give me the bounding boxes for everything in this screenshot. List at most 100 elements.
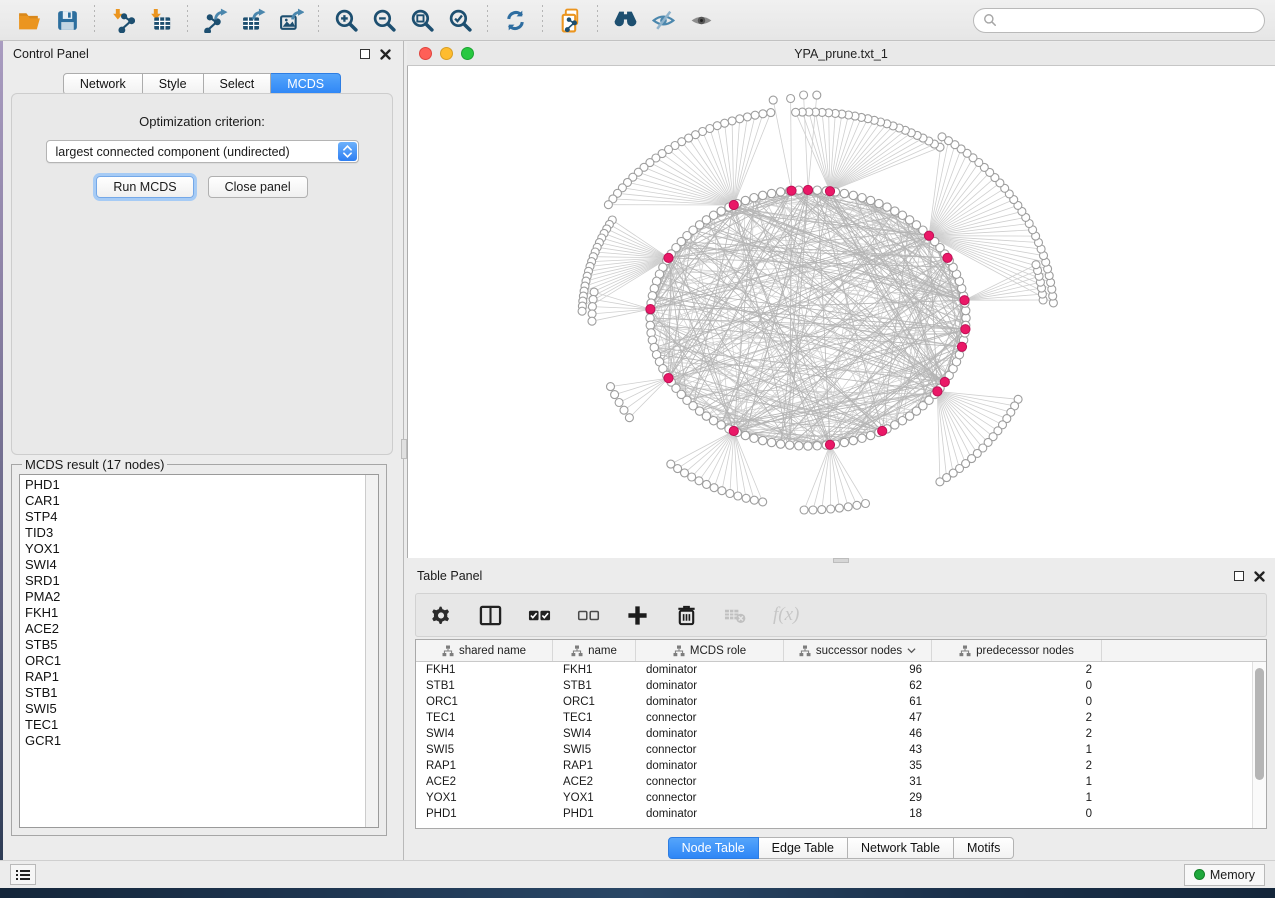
open-file-button[interactable]	[10, 4, 48, 36]
result-list-item[interactable]: GCR1	[25, 733, 378, 749]
criterion-select[interactable]: largest connected component (undirected)	[46, 140, 359, 163]
result-list-item[interactable]: STB1	[25, 685, 378, 701]
result-list-item[interactable]: STP4	[25, 509, 378, 525]
select-all-icon	[528, 604, 551, 627]
delete-table-icon	[724, 604, 747, 627]
network-view-window: YPA_prune.txt_1	[407, 42, 1275, 558]
cell-successor-nodes: 46	[784, 728, 932, 740]
result-list-item[interactable]: STB5	[25, 637, 378, 653]
table-row[interactable]: RAP1RAP1dominator352	[416, 758, 1252, 774]
table-row[interactable]: ORC1ORC1dominator610	[416, 694, 1252, 710]
cell-predecessor-nodes: 0	[932, 680, 1102, 692]
search-input[interactable]	[973, 8, 1265, 33]
window-zoom-icon[interactable]	[461, 47, 474, 60]
show-columns-icon	[479, 604, 502, 627]
zoom-out-button[interactable]	[365, 4, 403, 36]
result-list-item[interactable]: ORC1	[25, 653, 378, 669]
network-canvas[interactable]	[407, 66, 1275, 558]
settings-gear-button[interactable]	[430, 604, 453, 627]
table-row[interactable]: SWI5SWI5connector431	[416, 742, 1252, 758]
delete-table-button	[724, 604, 747, 627]
result-list-item[interactable]: SWI5	[25, 701, 378, 717]
result-list-item[interactable]: PHD1	[25, 477, 378, 493]
deselect-all-icon	[577, 604, 600, 627]
column-header-name[interactable]: name	[553, 640, 636, 661]
zoom-selected-button[interactable]	[441, 4, 479, 36]
export-network-button[interactable]	[196, 4, 234, 36]
network-titlebar[interactable]: YPA_prune.txt_1	[407, 42, 1275, 66]
import-table-button[interactable]	[141, 4, 179, 36]
scrollbar-thumb[interactable]	[1255, 668, 1264, 780]
float-panel-icon[interactable]	[1234, 571, 1244, 581]
tab-node-table[interactable]: Node Table	[668, 837, 759, 859]
result-list-item[interactable]: FKH1	[25, 605, 378, 621]
column-header-predecessor-nodes[interactable]: predecessor nodes	[932, 640, 1102, 661]
refresh-button[interactable]	[496, 4, 534, 36]
result-list-item[interactable]: TEC1	[25, 717, 378, 733]
tab-style[interactable]: Style	[143, 73, 204, 95]
cell-name: TEC1	[553, 712, 636, 724]
mcds-result-list[interactable]: PHD1CAR1STP4TID3YOX1SWI4SRD1PMA2FKH1ACE2…	[19, 474, 379, 828]
column-header-shared-name[interactable]: shared name	[416, 640, 553, 661]
tab-network[interactable]: Network	[63, 73, 143, 95]
select-all-button[interactable]	[528, 604, 551, 627]
zoom-fit-button[interactable]	[403, 4, 441, 36]
result-list-item[interactable]: SWI4	[25, 557, 378, 573]
deselect-all-button[interactable]	[577, 604, 600, 627]
close-panel-button[interactable]: Close panel	[208, 176, 308, 198]
tab-motifs[interactable]: Motifs	[954, 837, 1014, 859]
run-mcds-button[interactable]: Run MCDS	[96, 176, 193, 198]
result-list-item[interactable]: YOX1	[25, 541, 378, 557]
delete-entry-button[interactable]	[675, 604, 698, 627]
close-panel-icon[interactable]	[1254, 571, 1265, 582]
result-list-item[interactable]: PMA2	[25, 589, 378, 605]
add-entry-button[interactable]	[626, 604, 649, 627]
table-row[interactable]: TEC1TEC1connector472	[416, 710, 1252, 726]
cell-name: YOX1	[553, 792, 636, 804]
table-row[interactable]: YOX1YOX1connector291	[416, 790, 1252, 806]
save-session-button[interactable]	[48, 4, 86, 36]
result-list-scrollbar[interactable]	[365, 475, 378, 827]
cell-name: SWI5	[553, 744, 636, 756]
export-image-icon	[279, 8, 304, 33]
show-eye-button[interactable]	[682, 4, 720, 36]
result-list-item[interactable]: CAR1	[25, 493, 378, 509]
table-row[interactable]: PHD1PHD1dominator180	[416, 806, 1252, 822]
table-row[interactable]: SWI4SWI4dominator462	[416, 726, 1252, 742]
zoom-selected-icon	[448, 8, 473, 33]
memory-button[interactable]: Memory	[1184, 864, 1265, 886]
table-row[interactable]: ACE2ACE2connector311	[416, 774, 1252, 790]
result-list-item[interactable]: SRD1	[25, 573, 378, 589]
hide-eye-button[interactable]	[644, 4, 682, 36]
search-field[interactable]	[1003, 13, 1255, 27]
table-tabs: Node TableEdge TableNetwork TableMotifs	[407, 837, 1275, 859]
window-minimize-icon[interactable]	[440, 47, 453, 60]
float-panel-icon[interactable]	[360, 49, 370, 59]
show-columns-button[interactable]	[479, 604, 502, 627]
clone-network-button[interactable]	[551, 4, 589, 36]
export-table-button[interactable]	[234, 4, 272, 36]
window-close-icon[interactable]	[419, 47, 432, 60]
column-header-MCDS-role[interactable]: MCDS role	[636, 640, 784, 661]
task-history-button[interactable]	[10, 864, 36, 885]
zoom-in-button[interactable]	[327, 4, 365, 36]
column-header-successor-nodes[interactable]: successor nodes	[784, 640, 932, 661]
cell-successor-nodes: 18	[784, 808, 932, 820]
network-graph[interactable]	[408, 66, 1274, 554]
export-image-button[interactable]	[272, 4, 310, 36]
import-network-button[interactable]	[103, 4, 141, 36]
cell-MCDS-role: dominator	[636, 760, 784, 772]
show-eye-icon	[689, 8, 714, 33]
table-scrollbar[interactable]	[1252, 662, 1266, 828]
result-list-item[interactable]: ACE2	[25, 621, 378, 637]
result-list-item[interactable]: RAP1	[25, 669, 378, 685]
tab-mcds[interactable]: MCDS	[271, 73, 341, 95]
tab-network-table[interactable]: Network Table	[848, 837, 954, 859]
table-row[interactable]: FKH1FKH1dominator962	[416, 662, 1252, 678]
result-list-item[interactable]: TID3	[25, 525, 378, 541]
search-binoculars-button[interactable]	[606, 4, 644, 36]
close-panel-icon[interactable]	[380, 49, 391, 60]
tab-edge-table[interactable]: Edge Table	[759, 837, 848, 859]
tab-select[interactable]: Select	[204, 73, 272, 95]
table-row[interactable]: STB1STB1dominator620	[416, 678, 1252, 694]
